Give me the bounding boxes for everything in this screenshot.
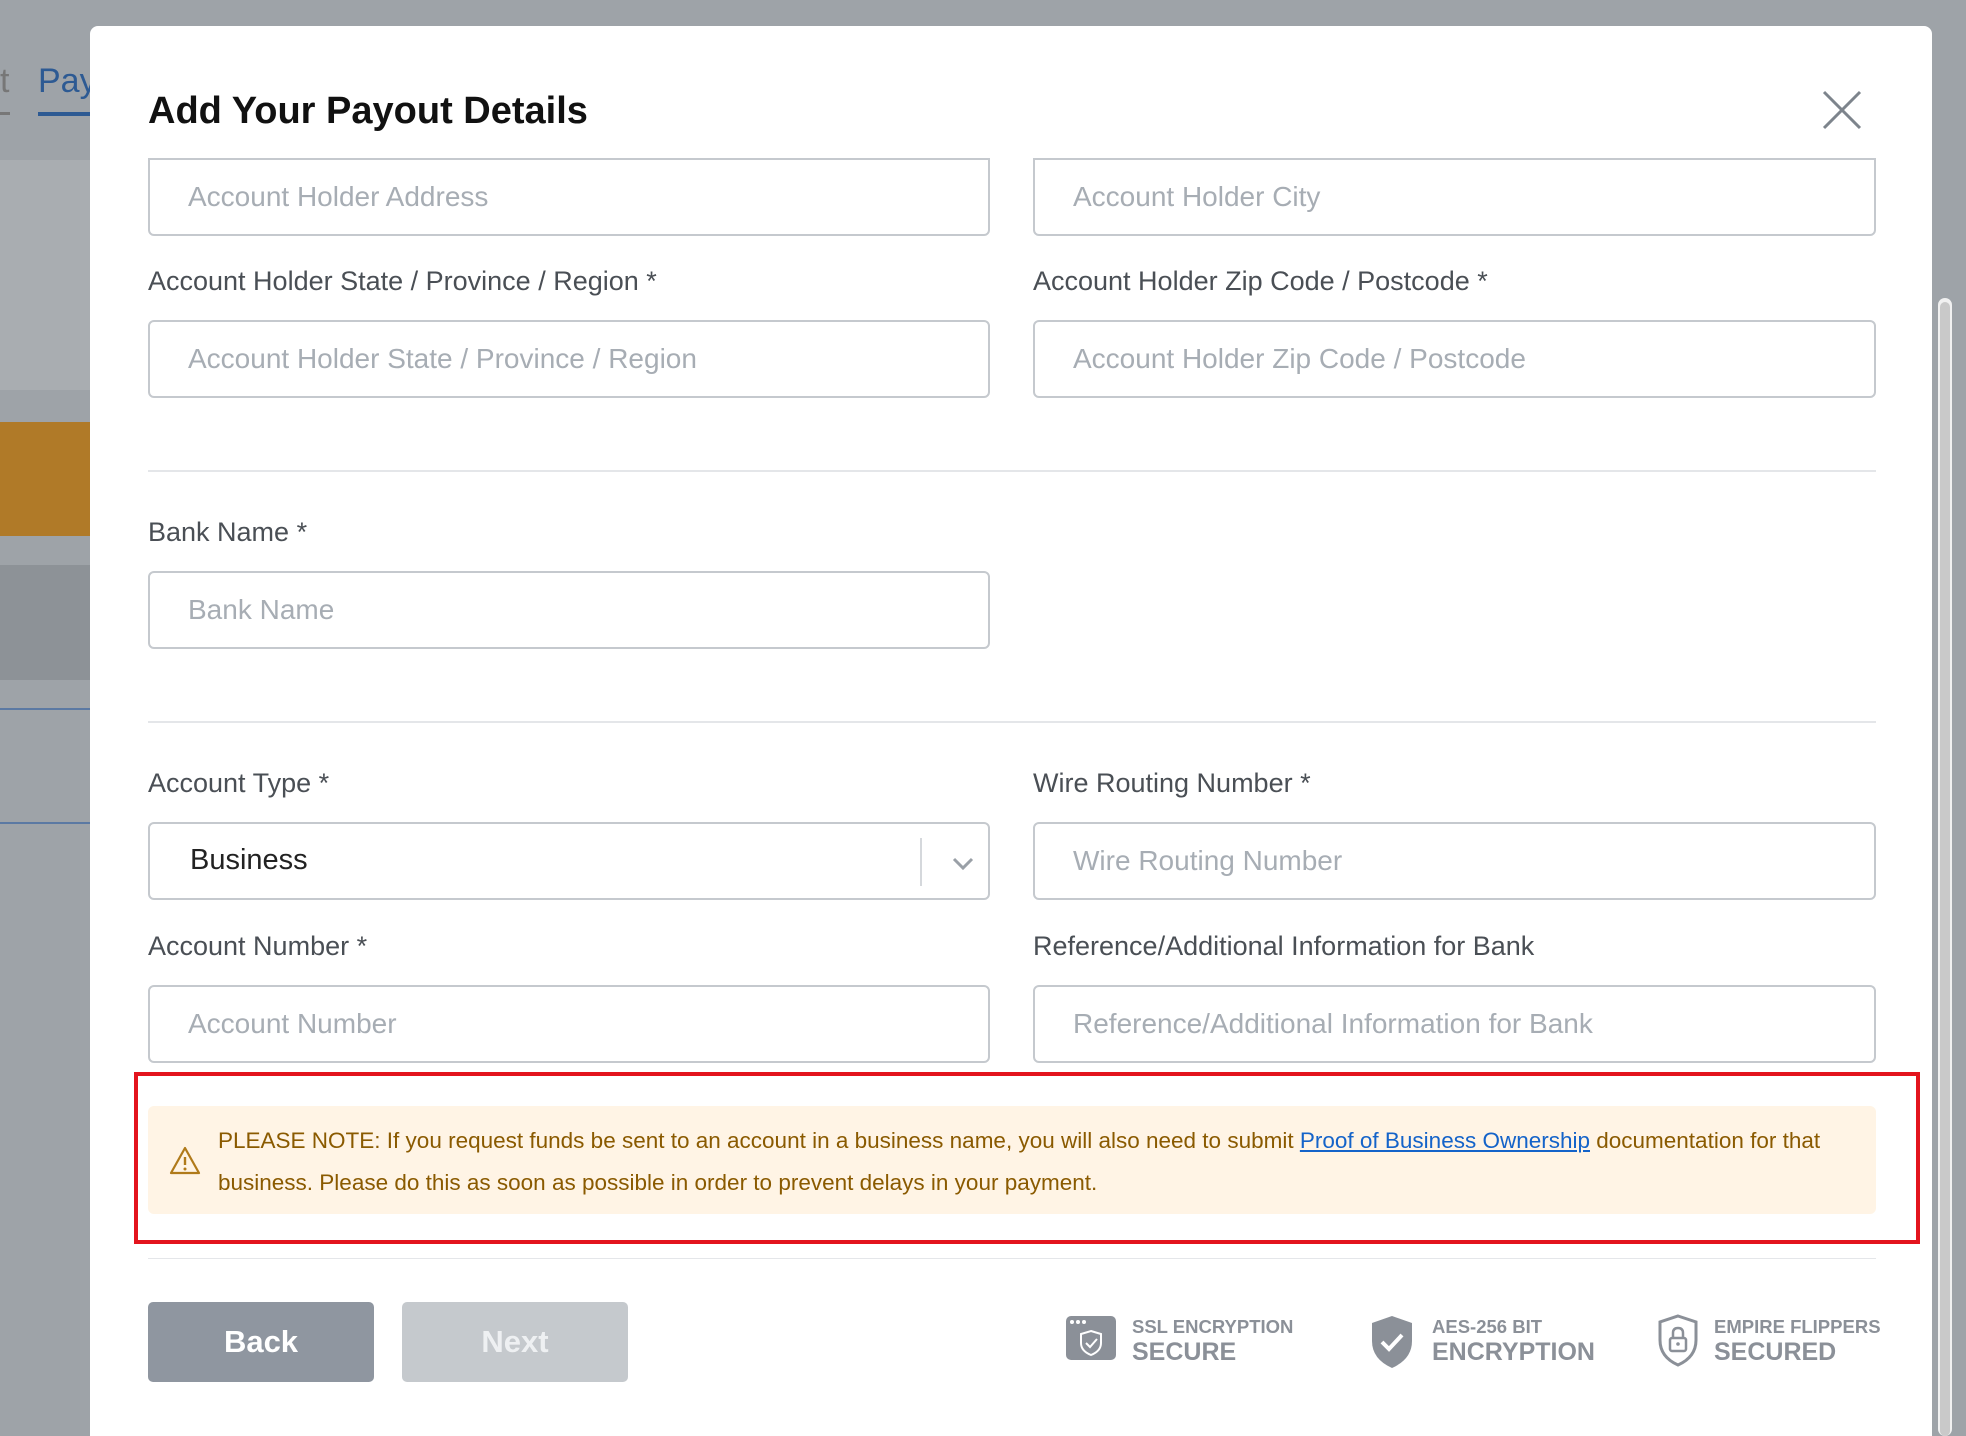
background-tab-underline <box>0 112 10 115</box>
shield-check-icon <box>1372 1316 1412 1368</box>
background-tab-payout: Pay <box>38 62 97 100</box>
reference-info-input[interactable] <box>1033 985 1876 1063</box>
account-type-label: Account Type * <box>148 768 330 798</box>
background-gray-block <box>0 565 92 680</box>
reference-label: Reference/Additional Information for Ban… <box>1033 931 1535 961</box>
bank-name-input[interactable] <box>148 571 990 649</box>
ssl-badge-line2: SECURE <box>1132 1338 1237 1366</box>
bank-name-label: Bank Name * <box>148 517 308 547</box>
footer-divider <box>148 1258 1876 1259</box>
next-button[interactable]: Next <box>402 1302 628 1382</box>
account-number-label: Account Number * <box>148 931 368 961</box>
select-separator <box>920 838 922 886</box>
account-holder-zip-input[interactable] <box>1033 320 1876 398</box>
ssl-secure-badge: SSL ENCRYPTION SECURE <box>1064 1314 1294 1370</box>
payout-details-modal: Add Your Payout Details Account Holder S… <box>90 26 1952 1436</box>
scrollbar-thumb[interactable] <box>1940 302 1950 1436</box>
aes-badge-line2: ENCRYPTION <box>1432 1338 1595 1366</box>
ssl-badge-line1: SSL ENCRYPTION <box>1132 1316 1294 1337</box>
account-type-select[interactable]: Business <box>148 822 990 900</box>
background-orange-block <box>0 422 92 536</box>
empire-badge-line1: EMPIRE FLIPPERS <box>1714 1316 1881 1337</box>
modal-title: Add Your Payout Details <box>148 90 588 132</box>
account-number-input[interactable] <box>148 985 990 1063</box>
highlight-annotation-box <box>134 1072 1920 1244</box>
section-divider <box>148 470 1876 472</box>
chevron-down-icon[interactable] <box>946 846 980 880</box>
account-holder-city-input[interactable] <box>1033 158 1876 236</box>
ssl-browser-shield-icon <box>1066 1316 1116 1360</box>
empire-badge-line2: SECURED <box>1714 1338 1837 1366</box>
section-divider <box>148 721 1876 723</box>
background-divider <box>0 708 92 710</box>
aes-encryption-badge: AES-256 BIT ENCRYPTION <box>1368 1314 1598 1370</box>
lock-shield-icon <box>1658 1314 1698 1367</box>
state-label: Account Holder State / Province / Region… <box>148 266 657 296</box>
account-type-value: Business <box>190 844 308 876</box>
account-holder-address-input[interactable] <box>148 158 990 236</box>
background-divider <box>0 822 92 824</box>
account-holder-state-input[interactable] <box>148 320 990 398</box>
wire-routing-number-input[interactable] <box>1033 822 1876 900</box>
aes-badge-line1: AES-256 BIT <box>1432 1316 1543 1337</box>
background-tab-partial: t <box>0 62 10 100</box>
empire-flippers-secured-badge: EMPIRE FLIPPERS SECURED <box>1656 1314 1886 1370</box>
background-panel <box>0 160 92 390</box>
background-tab-active-underline <box>38 112 90 116</box>
zip-label: Account Holder Zip Code / Postcode * <box>1033 266 1488 296</box>
wire-routing-label: Wire Routing Number * <box>1033 768 1311 798</box>
back-button[interactable]: Back <box>148 1302 374 1382</box>
close-icon[interactable] <box>1818 86 1866 134</box>
